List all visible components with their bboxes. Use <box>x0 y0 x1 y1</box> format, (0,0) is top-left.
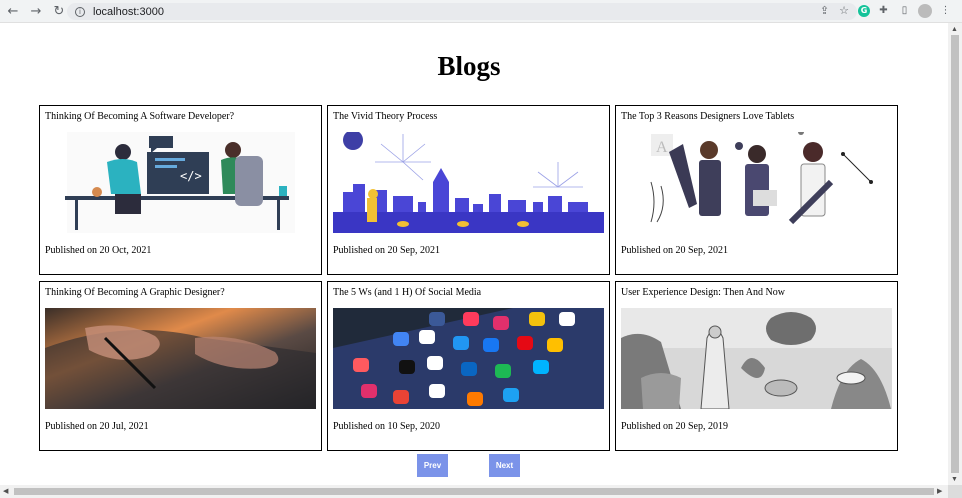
scrollbar-corner <box>948 485 962 498</box>
blog-title[interactable]: The 5 Ws (and 1 H) Of Social Media <box>333 287 481 298</box>
blog-published-date: Published on 10 Sep, 2020 <box>333 421 440 432</box>
reload-icon[interactable]: ↻ <box>49 1 69 21</box>
blog-published-date: Published on 20 Jul, 2021 <box>45 421 149 432</box>
blog-image-designers: A <box>621 132 892 233</box>
blog-card[interactable]: Thinking Of Becoming A Software Develope… <box>39 105 322 275</box>
bookmark-star-icon[interactable]: ☆ <box>839 4 849 17</box>
scroll-up-arrow-icon[interactable]: ▲ <box>951 25 958 33</box>
horizontal-scrollbar[interactable]: ◀ ▶ <box>0 485 948 498</box>
svg-text:A: A <box>656 139 668 156</box>
next-page-button[interactable]: Next <box>489 454 520 477</box>
blog-title[interactable]: User Experience Design: Then And Now <box>621 287 785 298</box>
prev-page-button[interactable]: Prev <box>417 454 448 477</box>
blog-image-developers: </> <box>45 132 316 233</box>
browser-toolbar: ← → ↻ i localhost:3000 ⇪ ☆ G ✚ ▯ ⋮ <box>0 0 962 23</box>
kebab-menu-icon[interactable]: ⋮ <box>938 3 953 18</box>
page-viewport: Blogs Thinking Of Becoming A Software De… <box>0 23 948 485</box>
blog-card[interactable]: The 5 Ws (and 1 H) Of Social Media Publi… <box>327 281 610 451</box>
page-title: Blogs <box>437 51 501 81</box>
address-bar[interactable]: i localhost:3000 ⇪ ☆ <box>67 3 857 20</box>
blog-title[interactable]: Thinking Of Becoming A Software Develope… <box>45 111 234 122</box>
address-url[interactable]: localhost:3000 <box>93 6 164 18</box>
blog-image-stylus-tablet <box>45 308 316 409</box>
scroll-down-arrow-icon[interactable]: ▼ <box>951 475 958 483</box>
horizontal-scroll-thumb[interactable] <box>14 488 934 495</box>
blog-published-date: Published on 20 Sep, 2021 <box>333 245 440 256</box>
scroll-left-arrow-icon[interactable]: ◀ <box>3 487 8 495</box>
extensions-puzzle-icon[interactable]: ✚ <box>876 3 891 18</box>
vertical-scroll-thumb[interactable] <box>951 35 959 473</box>
blog-title[interactable]: The Vivid Theory Process <box>333 111 437 122</box>
share-icon[interactable]: ⇪ <box>820 4 829 17</box>
forward-arrow-icon[interactable]: → <box>26 1 46 21</box>
blog-card[interactable]: Thinking Of Becoming A Graphic Designer? <box>39 281 322 451</box>
grammarly-extension-icon[interactable]: G <box>858 4 870 17</box>
blog-published-date: Published on 20 Sep, 2021 <box>621 245 728 256</box>
blog-title[interactable]: The Top 3 Reasons Designers Love Tablets <box>621 111 794 122</box>
side-panel-icon[interactable]: ▯ <box>897 3 912 18</box>
blog-card[interactable]: The Top 3 Reasons Designers Love Tablets… <box>615 105 898 275</box>
back-arrow-icon[interactable]: ← <box>3 1 23 21</box>
profile-avatar-icon[interactable] <box>918 3 932 18</box>
blog-card[interactable]: The Vivid Theory Process Published on 20… <box>327 105 610 275</box>
blog-image-smartphone-apps <box>333 308 604 409</box>
blog-image-city-fireworks <box>333 132 604 233</box>
blog-published-date: Published on 20 Oct, 2021 <box>45 245 152 256</box>
blog-card[interactable]: User Experience Design: Then And Now Pub… <box>615 281 898 451</box>
scroll-right-arrow-icon[interactable]: ▶ <box>937 487 942 495</box>
vertical-scrollbar[interactable]: ▲ ▼ <box>948 23 962 485</box>
site-info-icon[interactable]: i <box>75 6 85 17</box>
blog-published-date: Published on 20 Sep, 2019 <box>621 421 728 432</box>
blog-title[interactable]: Thinking Of Becoming A Graphic Designer? <box>45 287 225 298</box>
blog-image-vintage-engraving <box>621 308 892 409</box>
svg-text:</>: </> <box>180 169 202 183</box>
